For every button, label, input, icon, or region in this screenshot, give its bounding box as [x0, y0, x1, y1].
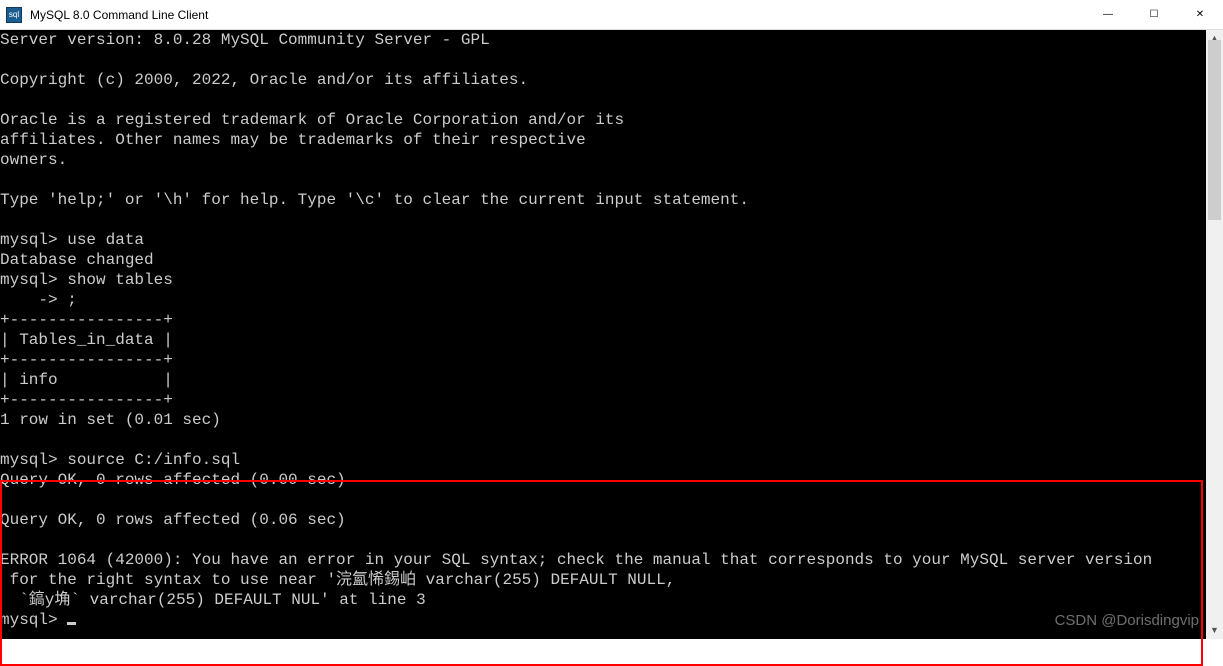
mysql-app-icon: sql	[6, 7, 22, 23]
titlebar[interactable]: sql MySQL 8.0 Command Line Client — ☐ ✕	[0, 0, 1223, 30]
minimize-button[interactable]: —	[1085, 0, 1131, 29]
scroll-down-arrow[interactable]: ▼	[1206, 622, 1223, 639]
terminal-output[interactable]: Server version: 8.0.28 MySQL Community S…	[0, 30, 1206, 639]
window-controls: — ☐ ✕	[1085, 0, 1223, 29]
scrollbar[interactable]: ▲ ▼	[1206, 30, 1223, 639]
window-title: MySQL 8.0 Command Line Client	[30, 8, 1085, 22]
maximize-button[interactable]: ☐	[1131, 0, 1177, 29]
cursor	[67, 622, 76, 625]
scroll-thumb[interactable]	[1208, 40, 1221, 220]
close-button[interactable]: ✕	[1177, 0, 1223, 29]
terminal-container: Server version: 8.0.28 MySQL Community S…	[0, 30, 1223, 639]
